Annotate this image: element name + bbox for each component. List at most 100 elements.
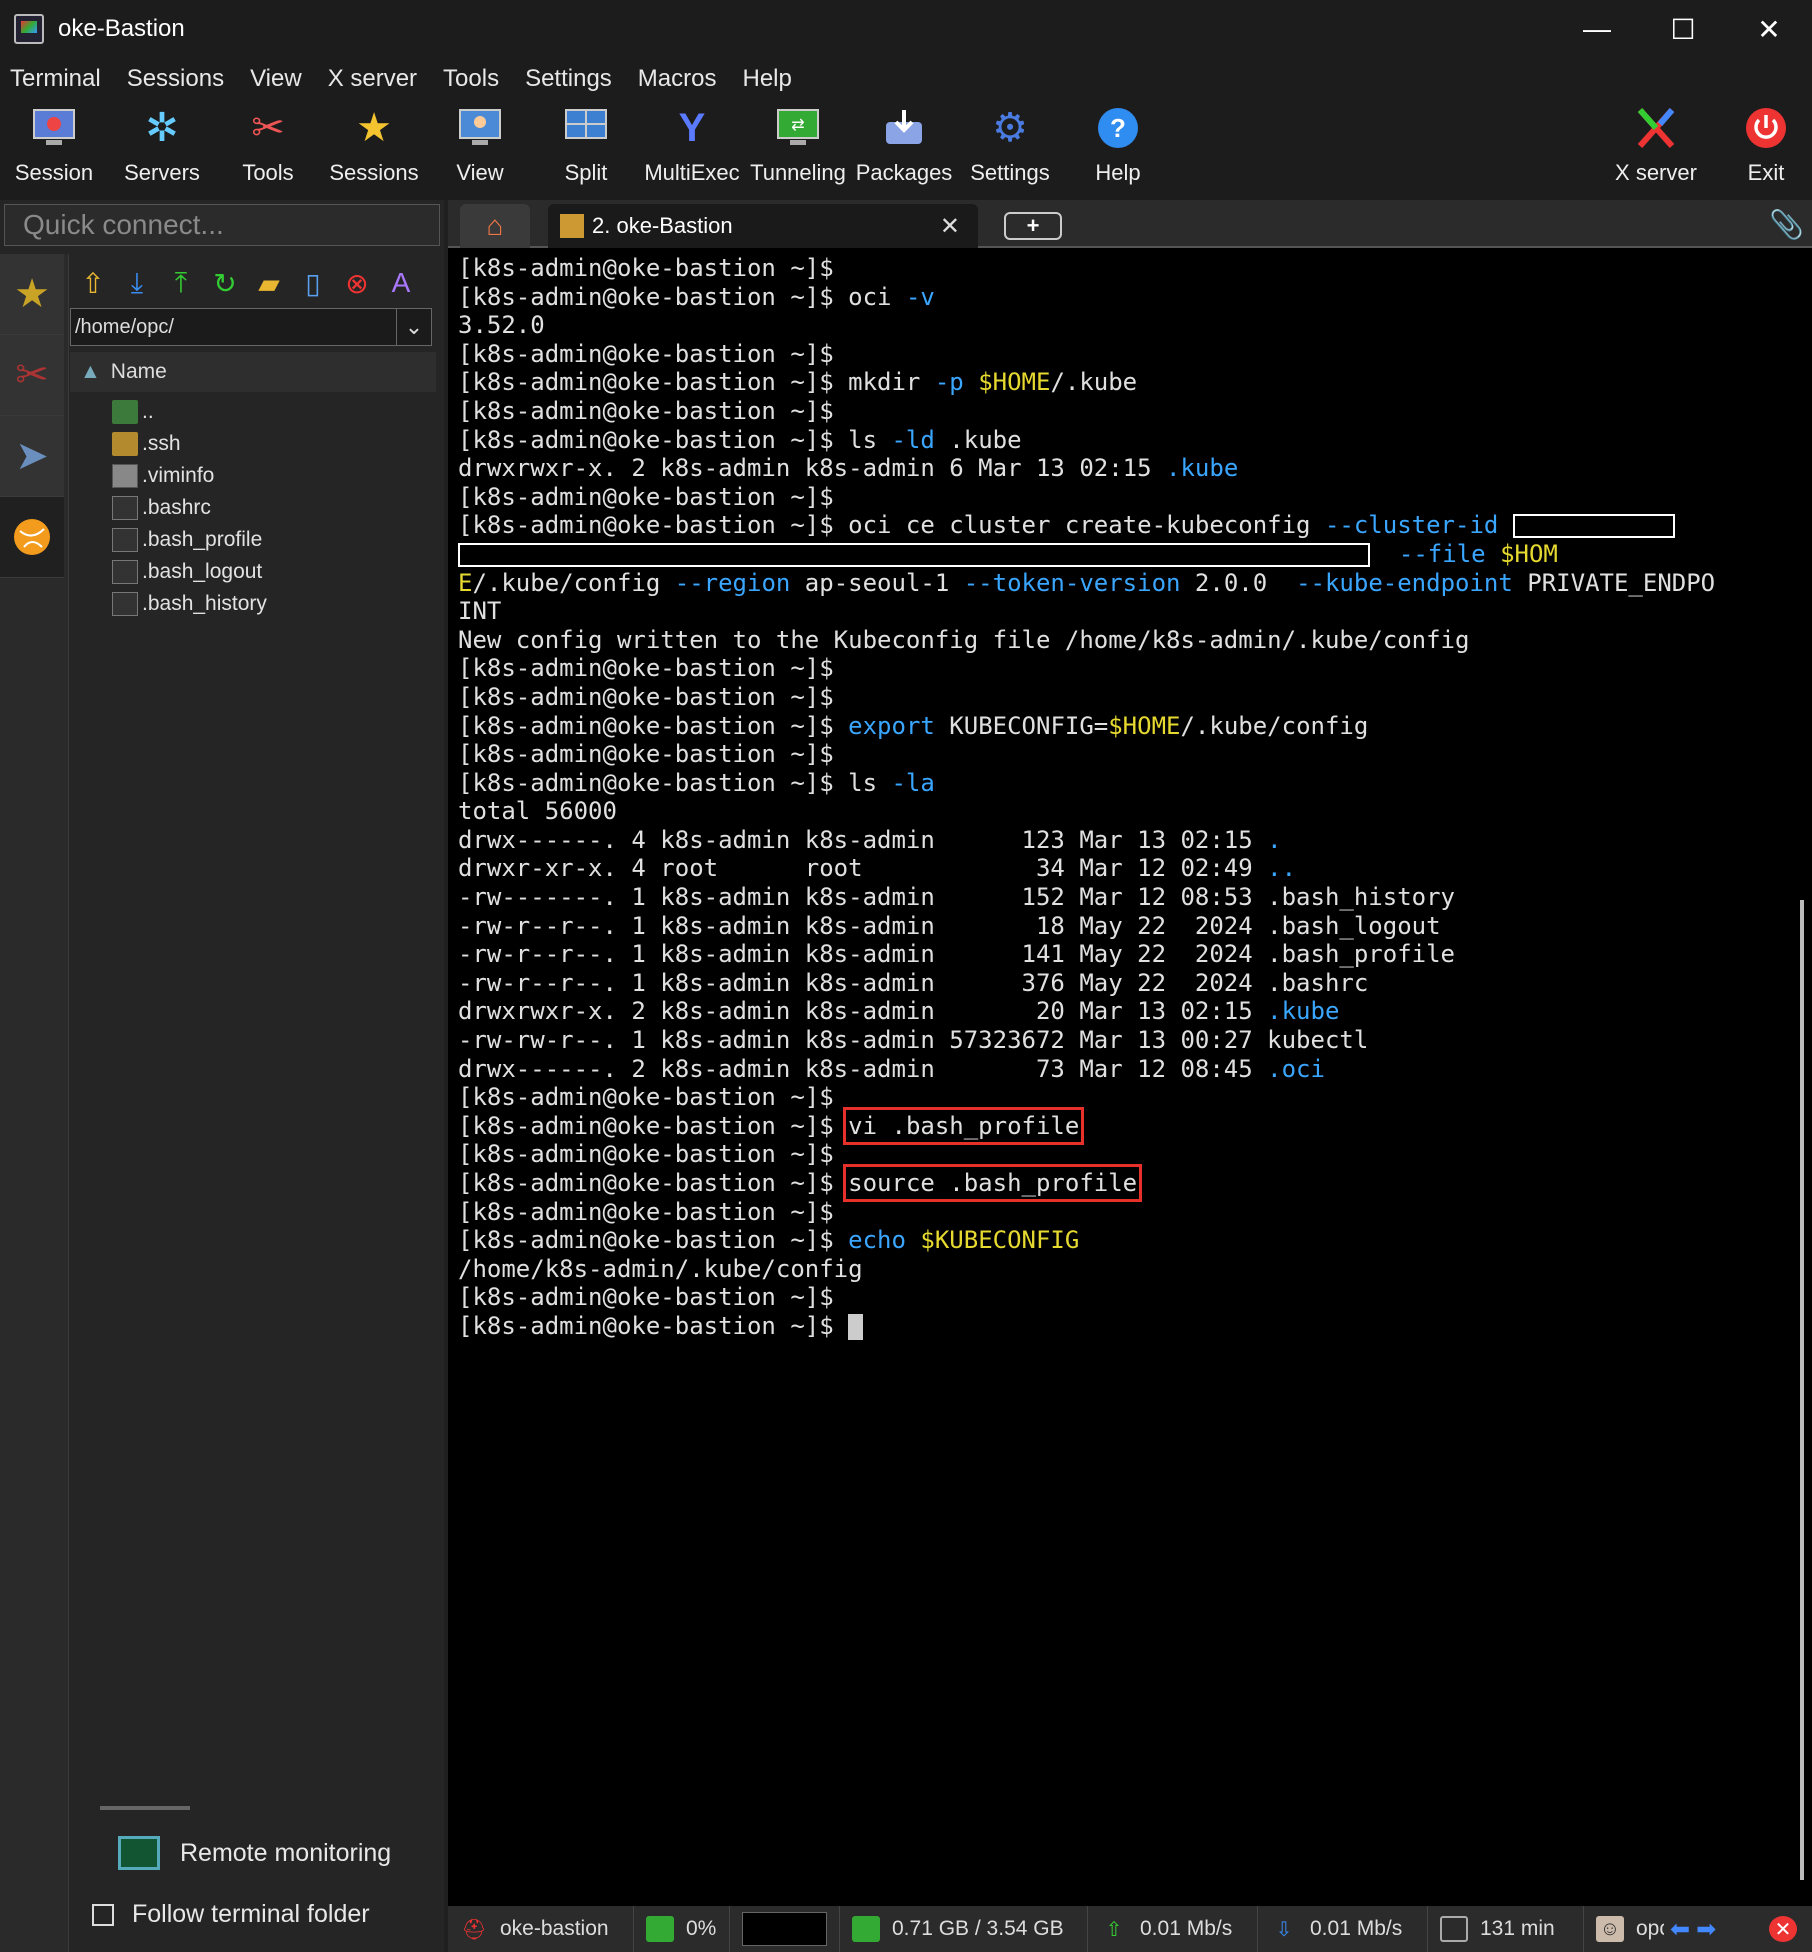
terminal-line: -rw-------. 1 k8s-admin k8s-admin 152 Ma…	[458, 883, 1715, 912]
terminal-text: --cluster-id	[1324, 511, 1499, 540]
view-user-icon	[456, 104, 504, 152]
menu-macros[interactable]: Macros	[638, 65, 717, 93]
arrow-left-icon[interactable]: ⬅	[1670, 1915, 1690, 1944]
status-memory: 0.71 GB / 3.54 GB	[840, 1906, 1088, 1952]
terminal-line: [k8s-admin@oke-bastion ~]$	[458, 1198, 1715, 1227]
file-item-parent[interactable]: ..	[112, 396, 432, 428]
file-item-bashrc[interactable]: .bashrc	[112, 492, 432, 524]
title-bar: oke-Bastion — ☐ ✕	[0, 0, 1812, 58]
remote-monitoring-button[interactable]: Remote monitoring	[118, 1836, 391, 1870]
multiexec-button[interactable]: Y MultiExec	[642, 100, 742, 200]
packages-button[interactable]: Packages	[854, 100, 954, 200]
terminal-text: [k8s-admin@oke-bastion ~]$ oci ce cluste…	[458, 511, 1325, 540]
file-item-bash-logout[interactable]: .bash_logout	[112, 556, 432, 588]
paper-plane-icon: ➤	[15, 434, 49, 478]
sidebar-tab-macros[interactable]: ➤	[0, 416, 64, 497]
settings-button[interactable]: ⚙ Settings	[960, 100, 1060, 200]
terminal-text: --region	[674, 568, 791, 597]
name-column-header[interactable]: ▲ Name	[70, 352, 436, 392]
terminal-text: export	[848, 711, 935, 740]
terminal-text: .oci	[1267, 1054, 1325, 1083]
menu-help[interactable]: Help	[742, 65, 791, 93]
terminal-file-icon	[112, 592, 138, 616]
tunneling-button[interactable]: ⇄ Tunneling	[748, 100, 848, 200]
split-button[interactable]: Split	[536, 100, 636, 200]
terminal-text: -la	[891, 768, 935, 797]
scrollbar[interactable]	[1800, 900, 1804, 1880]
redhat-icon: ⛑	[461, 1918, 487, 1941]
session-button[interactable]: Session	[4, 100, 104, 200]
svg-text:?: ?	[1110, 113, 1126, 143]
session-tab-bar: ⌂ 2. oke-Bastion ✕ + 📎	[448, 200, 1812, 248]
terminal-text: -rw-------. 1 k8s-admin k8s-admin 152 Ma…	[458, 883, 1455, 912]
sidebar-vertical-tabs: ★ ✂ ➤	[0, 254, 69, 1952]
file-item-bash-history[interactable]: .bash_history	[112, 588, 432, 620]
sort-up-icon: ▲	[80, 360, 101, 383]
terminal-line: [k8s-admin@oke-bastion ~]$ source .bash_…	[458, 1164, 1715, 1202]
monitoring-icon	[118, 1836, 160, 1870]
parent-folder-icon[interactable]: ⇧	[78, 268, 108, 299]
minimize-button[interactable]: —	[1554, 0, 1640, 58]
new-file-icon[interactable]: ▯	[298, 268, 328, 299]
terminal-text: [k8s-admin@oke-bastion ~]$	[458, 1197, 834, 1226]
terminal-text: PRIVATE_ENDPO	[1512, 568, 1716, 597]
path-select[interactable]: /home/opc/ ⌄	[70, 308, 432, 346]
menu-view[interactable]: View	[250, 65, 302, 93]
view-button[interactable]: View	[430, 100, 530, 200]
menu-terminal[interactable]: Terminal	[10, 65, 101, 93]
maximize-button[interactable]: ☐	[1640, 0, 1726, 58]
tools-button[interactable]: ✂ Tools	[218, 100, 318, 200]
sidebar-tab-sessions[interactable]: ★	[0, 254, 64, 335]
file-item-bash-profile[interactable]: .bash_profile	[112, 524, 432, 556]
terminal-text: ..	[1267, 854, 1297, 883]
terminal-text: -v	[905, 282, 935, 311]
sessions-button[interactable]: ★ Sessions	[324, 100, 424, 200]
servers-button[interactable]: ✲ Servers	[112, 100, 212, 200]
refresh-icon[interactable]: ↻	[210, 268, 240, 299]
terminal-text: [k8s-admin@oke-bastion ~]$	[458, 1140, 834, 1169]
follow-terminal-folder-checkbox[interactable]: Follow terminal folder	[92, 1900, 370, 1929]
terminal-line: -rw-rw-r--. 1 k8s-admin k8s-admin 573236…	[458, 1026, 1715, 1055]
download-icon[interactable]: ⤓	[122, 267, 152, 298]
menu-settings[interactable]: Settings	[525, 65, 612, 93]
terminal-text: --file	[1398, 539, 1486, 568]
help-button[interactable]: ? Help	[1068, 100, 1168, 200]
delete-icon[interactable]: ⊗	[342, 268, 372, 299]
new-tab-button[interactable]: +	[1004, 212, 1062, 240]
paperclip-icon[interactable]: 📎	[1769, 208, 1804, 241]
terminal-text: .	[1267, 825, 1282, 854]
chevron-down-icon[interactable]: ⌄	[396, 309, 431, 345]
file-item-viminfo[interactable]: .viminfo	[112, 460, 432, 492]
x-server-button[interactable]: X server	[1606, 100, 1706, 200]
servers-network-icon: ✲	[145, 106, 179, 150]
terminal-line: [k8s-admin@oke-bastion ~]$	[458, 683, 1715, 712]
quick-connect-input[interactable]: Quick connect...	[4, 204, 440, 246]
menu-tools[interactable]: Tools	[443, 65, 499, 93]
close-button[interactable]: ✕	[1726, 0, 1812, 58]
tab-oke-bastion[interactable]: 2. oke-Bastion ✕	[548, 204, 978, 248]
home-tab[interactable]: ⌂	[460, 204, 530, 248]
menu-sessions[interactable]: Sessions	[127, 65, 224, 93]
new-folder-icon[interactable]: ▰	[254, 268, 284, 299]
checkbox[interactable]	[92, 1903, 114, 1926]
sidebar-tab-tools[interactable]: ✂	[0, 335, 64, 416]
memory-icon	[852, 1916, 880, 1942]
menu-x-server[interactable]: X server	[328, 65, 417, 93]
main-toolbar: Session ✲ Servers ✂ Tools ★ Sessions Vie…	[0, 100, 1812, 200]
terminal-line: [k8s-admin@oke-bastion ~]$	[458, 397, 1715, 426]
rename-icon[interactable]: A	[386, 267, 416, 298]
status-close[interactable]: ✕	[1754, 1906, 1812, 1952]
terminal-file-icon	[112, 496, 138, 520]
sidebar-tab-sftp[interactable]	[0, 497, 64, 578]
file-item-ssh[interactable]: .ssh	[112, 428, 432, 460]
arrow-right-icon[interactable]: ➡	[1696, 1915, 1716, 1944]
exit-button[interactable]: Exit	[1716, 100, 1812, 200]
close-tab-icon[interactable]: ✕	[940, 212, 960, 241]
terminal-line: [k8s-admin@oke-bastion ~]$	[458, 1283, 1715, 1312]
terminal-pane[interactable]: [k8s-admin@oke-bastion ~]$ [k8s-admin@oke…	[448, 248, 1812, 1906]
status-user: ☺opc ⬅ ➡	[1584, 1906, 1754, 1952]
terminal-line: [k8s-admin@oke-bastion ~]$ export KUBECO…	[458, 712, 1715, 741]
upload-icon[interactable]: ⤒	[166, 267, 196, 298]
